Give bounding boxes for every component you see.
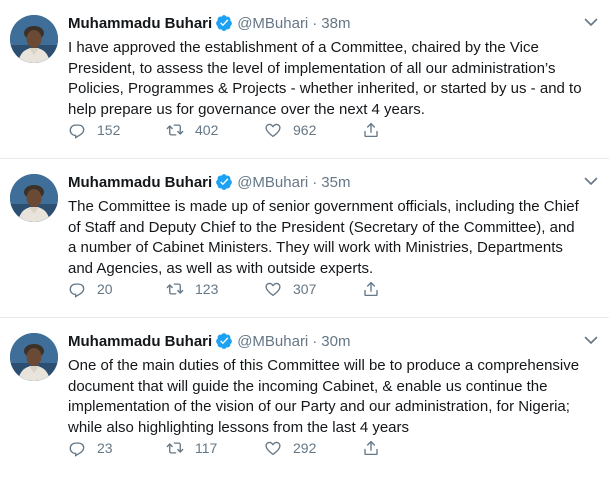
tweet[interactable]: Muhammadu Buhari @MBuhari · 30m One of t…: [0, 318, 609, 477]
retweet-icon: [166, 124, 184, 136]
retweet-icon: [166, 442, 184, 454]
verified-badge-icon: [215, 173, 233, 191]
timeline: Muhammadu Buhari @MBuhari · 38m I have a…: [0, 0, 609, 477]
tweet-header: Muhammadu Buhari @MBuhari · 35m: [68, 172, 588, 192]
tweet-content: Muhammadu Buhari @MBuhari · 30m One of t…: [68, 331, 588, 438]
tweet-content: Muhammadu Buhari @MBuhari · 38m I have a…: [68, 13, 588, 120]
tweet-actions: 20 123 307: [68, 279, 392, 299]
retweet-icon: [166, 283, 184, 295]
reply-button[interactable]: 23: [68, 439, 166, 457]
tweet-content: Muhammadu Buhari @MBuhari · 35m The Comm…: [68, 172, 588, 279]
like-count: 307: [293, 281, 317, 297]
like-count: 962: [293, 122, 317, 138]
avatar[interactable]: [10, 333, 58, 381]
verified-badge-icon: [215, 14, 233, 32]
tweet-text: I have approved the establishment of a C…: [68, 39, 582, 118]
retweet-count: 123: [195, 281, 219, 297]
author-handle[interactable]: @MBuhari: [237, 174, 308, 191]
retweet-count: 117: [195, 440, 218, 456]
retweet-button[interactable]: 123: [166, 280, 264, 298]
heart-icon: [265, 282, 281, 297]
avatar[interactable]: [10, 15, 58, 63]
share-button[interactable]: [362, 121, 392, 139]
timestamp[interactable]: 30m: [321, 333, 350, 350]
retweet-count: 402: [195, 122, 219, 138]
chevron-down-icon[interactable]: [583, 173, 599, 189]
like-button[interactable]: 962: [264, 121, 362, 139]
share-icon: [364, 281, 378, 297]
retweet-button[interactable]: 117: [166, 439, 264, 457]
author-handle[interactable]: @MBuhari: [237, 15, 308, 32]
tweet[interactable]: Muhammadu Buhari @MBuhari · 35m The Comm…: [0, 159, 609, 318]
separator-dot: ·: [312, 173, 318, 191]
reply-button[interactable]: 152: [68, 121, 166, 139]
like-button[interactable]: 307: [264, 280, 362, 298]
tweet-header: Muhammadu Buhari @MBuhari · 30m: [68, 331, 588, 351]
chevron-down-icon[interactable]: [583, 14, 599, 30]
author-handle[interactable]: @MBuhari: [237, 333, 308, 350]
heart-icon: [265, 441, 281, 456]
like-button[interactable]: 292: [264, 439, 362, 457]
share-button[interactable]: [362, 280, 392, 298]
author-name[interactable]: Muhammadu Buhari: [68, 15, 212, 32]
share-icon: [364, 440, 378, 456]
separator-dot: ·: [312, 14, 318, 32]
timestamp[interactable]: 38m: [321, 15, 350, 32]
retweet-button[interactable]: 402: [166, 121, 264, 139]
reply-button[interactable]: 20: [68, 280, 166, 298]
tweet-actions: 152 402 962: [68, 120, 392, 140]
tweet-text: One of the main duties of this Committee…: [68, 357, 580, 436]
timestamp[interactable]: 35m: [321, 174, 350, 191]
avatar-image: [10, 15, 58, 63]
reply-count: 20: [97, 281, 113, 297]
tweet-actions: 23 117 292: [68, 438, 392, 458]
tweet[interactable]: Muhammadu Buhari @MBuhari · 38m I have a…: [0, 0, 609, 159]
like-count: 292: [293, 440, 317, 456]
reply-icon: [69, 283, 85, 298]
reply-count: 152: [97, 122, 121, 138]
chevron-down-icon[interactable]: [583, 332, 599, 348]
author-name[interactable]: Muhammadu Buhari: [68, 174, 212, 191]
reply-count: 23: [97, 440, 113, 456]
author-name[interactable]: Muhammadu Buhari: [68, 333, 212, 350]
share-button[interactable]: [362, 439, 392, 457]
avatar-image: [10, 174, 58, 222]
reply-icon: [69, 124, 85, 139]
reply-icon: [69, 442, 85, 457]
tweet-header: Muhammadu Buhari @MBuhari · 38m: [68, 13, 588, 33]
tweet-text: The Committee is made up of senior gover…: [68, 198, 579, 277]
avatar[interactable]: [10, 174, 58, 222]
share-icon: [364, 122, 378, 138]
heart-icon: [265, 123, 281, 138]
verified-badge-icon: [215, 332, 233, 350]
separator-dot: ·: [312, 332, 318, 350]
avatar-image: [10, 333, 58, 381]
